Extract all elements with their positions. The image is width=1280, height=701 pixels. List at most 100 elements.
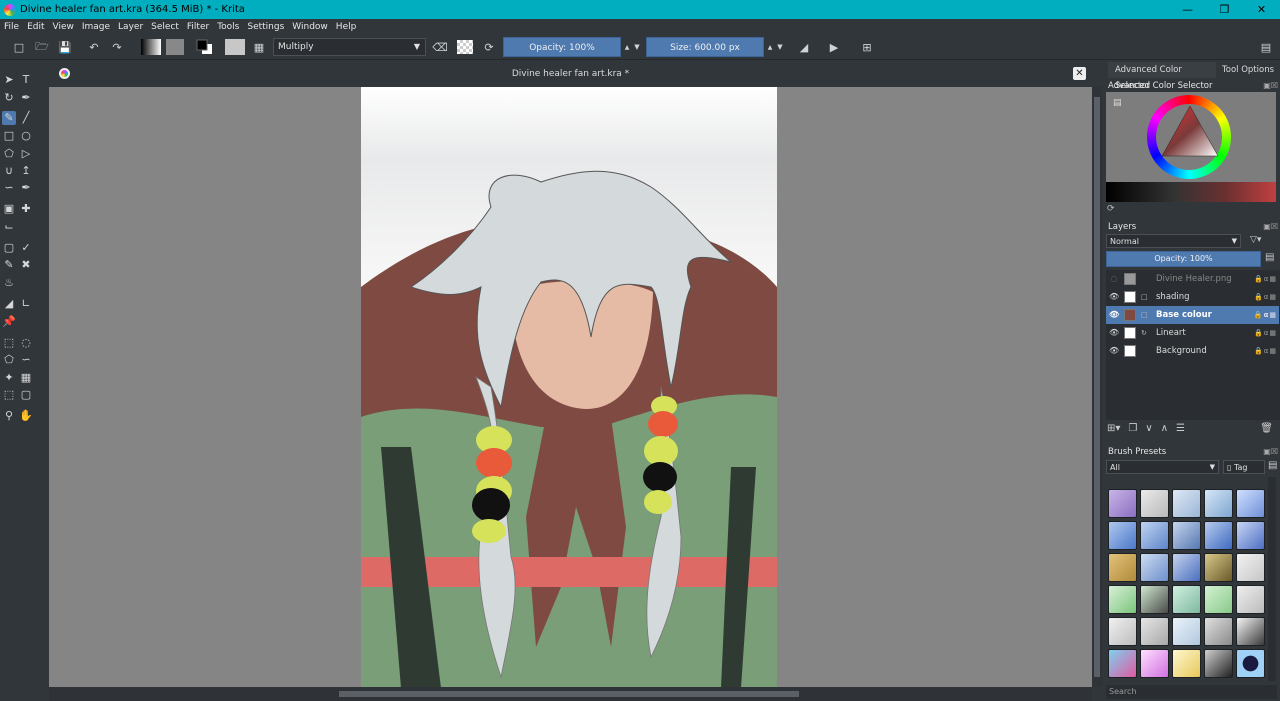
brush-search-field[interactable]: Search bbox=[1106, 685, 1277, 699]
workspace-icon[interactable]: ▤ bbox=[1258, 38, 1274, 56]
calligraphy-icon[interactable]: ✒ bbox=[19, 91, 33, 105]
new-document-icon[interactable]: □ bbox=[12, 38, 26, 56]
panel-float-close-icon[interactable]: ▣☒ bbox=[1263, 447, 1278, 456]
layer-row-selected[interactable]: 👁 □ Base colour 🔒α▦ bbox=[1106, 306, 1279, 324]
move-layer-up-icon[interactable]: ∧ bbox=[1161, 423, 1168, 437]
layer-row[interactable]: 👁 □ shading 🔒α▦ bbox=[1106, 288, 1279, 306]
freehand-select-icon[interactable]: ∽ bbox=[19, 353, 33, 367]
brush-preset-item[interactable] bbox=[1172, 489, 1201, 518]
brush-preset-item[interactable] bbox=[1172, 617, 1201, 646]
layer-flags-icon[interactable]: 🔒α▦ bbox=[1254, 342, 1277, 360]
wrap-around-icon[interactable]: ⊞ bbox=[859, 38, 875, 56]
brush-preset-item[interactable] bbox=[1236, 585, 1265, 614]
brush-preset-item[interactable] bbox=[1236, 521, 1265, 550]
brush-preset-item[interactable] bbox=[1236, 617, 1265, 646]
dynamic-brush-icon[interactable]: ∽ bbox=[2, 181, 16, 195]
freehand-brush-icon[interactable]: ✎ bbox=[2, 111, 16, 125]
color-picker-icon[interactable]: ✓ bbox=[19, 241, 33, 255]
undo-icon[interactable]: ↶ bbox=[86, 38, 102, 56]
menu-help[interactable]: Help bbox=[336, 22, 357, 32]
brush-preset-item[interactable] bbox=[1172, 521, 1201, 550]
brush-preset-item[interactable] bbox=[1236, 553, 1265, 582]
rect-select-icon[interactable]: ⬚ bbox=[2, 336, 16, 350]
menu-file[interactable]: File bbox=[4, 22, 19, 32]
brush-preset-item[interactable] bbox=[1204, 489, 1233, 518]
transform-tool-icon[interactable]: ▣ bbox=[2, 202, 16, 216]
duplicate-layer-icon[interactable]: ❐ bbox=[1128, 423, 1137, 437]
save-icon[interactable]: 💾 bbox=[57, 38, 73, 56]
alpha-lock-icon[interactable] bbox=[457, 40, 473, 54]
brush-preset-item[interactable] bbox=[1108, 553, 1137, 582]
tag-select[interactable]: ▯ Tag bbox=[1223, 460, 1265, 474]
brush-view-icon[interactable]: ▤ bbox=[1268, 460, 1277, 471]
blend-mode-select[interactable]: Multiply ▼ bbox=[273, 38, 426, 56]
move-layer-down-icon[interactable]: ∨ bbox=[1145, 423, 1152, 437]
freehand-path-icon[interactable]: ↥ bbox=[19, 164, 33, 178]
panel-float-close-icon[interactable]: ▣☒ bbox=[1263, 222, 1278, 231]
layer-flags-icon[interactable]: 🔒α▦ bbox=[1254, 270, 1277, 288]
opacity-slider[interactable]: Opacity: 100% bbox=[503, 37, 621, 57]
eye-icon[interactable]: 👁 bbox=[1109, 288, 1119, 306]
eye-icon[interactable]: 👁 bbox=[1109, 306, 1119, 324]
opacity-spin-icon[interactable]: ▲ bbox=[623, 38, 631, 56]
menu-view[interactable]: View bbox=[53, 22, 74, 32]
bezier-tool-icon[interactable]: ∪ bbox=[2, 164, 16, 178]
menu-select[interactable]: Select bbox=[151, 22, 179, 32]
brush-preset-item[interactable] bbox=[1204, 521, 1233, 550]
brush-preset-item[interactable] bbox=[1108, 617, 1137, 646]
size-spin-icon[interactable]: ▲ bbox=[766, 38, 774, 56]
brush-preset-item[interactable] bbox=[1172, 649, 1201, 678]
tab-advanced-color-selector[interactable]: Advanced Color Selector bbox=[1108, 62, 1216, 91]
layer-settings-icon[interactable]: ☰ bbox=[1176, 423, 1185, 437]
layer-row[interactable]: ◌ Divine Healer.png 🔒α▦ bbox=[1106, 270, 1279, 288]
menu-tools[interactable]: Tools bbox=[217, 22, 239, 32]
mirror-horizontal-icon[interactable]: ◢ bbox=[796, 38, 812, 56]
horizontal-scrollbar[interactable] bbox=[49, 687, 1092, 701]
layer-flags-icon[interactable]: 🔒α▦ bbox=[1254, 306, 1277, 324]
layer-row[interactable]: 👁 Background 🔒α▦ bbox=[1106, 342, 1279, 360]
layer-row[interactable]: 👁 ↻ Lineart 🔒α▦ bbox=[1106, 324, 1279, 342]
assistant-tool-icon[interactable]: ◢ bbox=[2, 297, 16, 311]
add-layer-icon[interactable]: ⊞▾ bbox=[1107, 423, 1120, 437]
text-tool-icon[interactable]: T bbox=[19, 73, 33, 87]
contiguous-select-icon[interactable]: ✦ bbox=[2, 371, 16, 385]
menu-edit[interactable]: Edit bbox=[27, 22, 44, 32]
menu-settings[interactable]: Settings bbox=[247, 22, 284, 32]
menu-image[interactable]: Image bbox=[82, 22, 110, 32]
mirror-vertical-icon[interactable]: ▶ bbox=[826, 38, 842, 56]
brush-preset-item[interactable] bbox=[1140, 521, 1169, 550]
redo-icon[interactable]: ↷ bbox=[109, 38, 125, 56]
brush-preset-item-selected[interactable] bbox=[1236, 649, 1265, 678]
brush-preset-item[interactable] bbox=[1172, 553, 1201, 582]
tab-tool-options[interactable]: Tool Options bbox=[1219, 62, 1279, 78]
eye-icon[interactable]: 👁 bbox=[1109, 342, 1119, 360]
edit-shapes-icon[interactable]: ↻ bbox=[2, 91, 16, 105]
artwork-canvas[interactable] bbox=[361, 87, 777, 688]
brush-preset-item[interactable] bbox=[1236, 489, 1265, 518]
select-shapes-icon[interactable]: ➤ bbox=[2, 73, 16, 87]
brush-preset-item[interactable] bbox=[1140, 553, 1169, 582]
filter-icon[interactable]: ▽▾ bbox=[1250, 235, 1261, 245]
layer-blend-mode-select[interactable]: Normal ▼ bbox=[1106, 234, 1241, 248]
multibrush-icon[interactable]: ✒ bbox=[19, 181, 33, 195]
brush-preset-item[interactable] bbox=[1140, 489, 1169, 518]
bezier-select-icon[interactable]: ⬚ bbox=[2, 388, 16, 402]
minimize-button[interactable]: — bbox=[1169, 0, 1206, 19]
layer-flags-icon[interactable]: 🔒α▦ bbox=[1254, 288, 1277, 306]
scroll-thumb[interactable] bbox=[1094, 97, 1100, 677]
brush-preset-item[interactable] bbox=[1140, 585, 1169, 614]
saturation-value-triangle[interactable] bbox=[1156, 100, 1226, 166]
scroll-thumb[interactable] bbox=[339, 691, 799, 697]
similar-select-icon[interactable]: ▦ bbox=[19, 371, 33, 385]
brush-preset-item[interactable] bbox=[1204, 617, 1233, 646]
brush-preset-item[interactable] bbox=[1204, 649, 1233, 678]
smart-patch-icon[interactable]: ✖ bbox=[19, 258, 33, 272]
menu-window[interactable]: Window bbox=[292, 22, 328, 32]
brush-preset-item[interactable] bbox=[1108, 585, 1137, 614]
color-history-bar[interactable] bbox=[1106, 182, 1276, 202]
menu-filter[interactable]: Filter bbox=[187, 22, 209, 32]
magnetic-select-icon[interactable]: ▢ bbox=[19, 388, 33, 402]
brush-filter-select[interactable]: All ▼ bbox=[1106, 460, 1219, 474]
chevron-down-icon[interactable]: ▼ bbox=[776, 38, 784, 56]
eraser-icon[interactable]: ⌫ bbox=[432, 38, 448, 56]
